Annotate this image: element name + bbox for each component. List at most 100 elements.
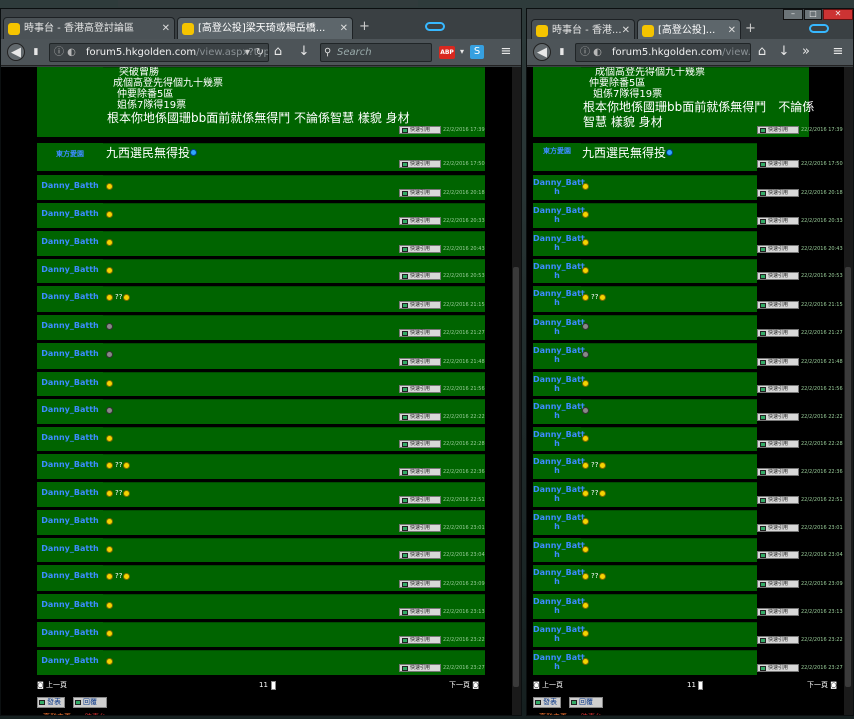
quick-quote-button[interactable]: 快速引用 xyxy=(757,301,799,309)
forum-section-link[interactable]: 時事台 xyxy=(581,712,602,715)
menu-hamburger-icon[interactable]: ≡ xyxy=(497,43,515,61)
post-new-button[interactable]: 發表 xyxy=(37,697,65,708)
author-name-link[interactable]: 東方愛園 xyxy=(56,150,84,158)
quick-quote-button[interactable]: 快速引用 xyxy=(399,468,441,476)
tab-group-icon[interactable]: ▮ xyxy=(553,43,571,61)
author-name-link[interactable]: h xyxy=(533,327,581,336)
hkgolden-home-link[interactable]: 高登主頁 xyxy=(43,712,71,715)
url-dropdown-icon[interactable]: ▾ xyxy=(245,44,250,61)
url-bar[interactable]: ⓘ ◐ forum5.hkgolden.com/view.aspx? xyxy=(575,43,751,62)
author-name-link[interactable]: Danny_Batt xyxy=(533,597,585,606)
quick-quote-button[interactable]: 快速引用 xyxy=(757,189,799,197)
quick-quote-button[interactable]: 快速引用 xyxy=(399,551,441,559)
quick-quote-button[interactable]: 快速引用 xyxy=(399,126,441,134)
quick-quote-button[interactable]: 快速引用 xyxy=(399,580,441,588)
reply-button[interactable]: 回覆 xyxy=(73,697,107,708)
author-name-link[interactable]: Danny_Batt xyxy=(533,289,585,298)
quick-quote-button[interactable]: 快速引用 xyxy=(757,524,799,532)
skype-extension-icon[interactable]: S xyxy=(470,45,484,59)
close-tab-icon[interactable]: ✕ xyxy=(340,18,348,40)
author-name-link[interactable]: h xyxy=(533,522,581,531)
quick-quote-button[interactable]: 快速引用 xyxy=(399,524,441,532)
author-name-link[interactable]: Danny_Batth xyxy=(41,405,98,414)
author-name-link[interactable]: h xyxy=(533,577,581,586)
quick-quote-button[interactable]: 快速引用 xyxy=(399,272,441,280)
author-name-link[interactable]: Danny_Batt xyxy=(533,318,585,327)
author-name-link[interactable]: h xyxy=(533,187,581,196)
author-name-link[interactable]: Danny_Batt xyxy=(533,625,585,634)
author-name-link[interactable]: h xyxy=(533,439,581,448)
author-name-link[interactable]: Danny_Batth xyxy=(41,209,98,218)
reply-button[interactable]: 回覆 xyxy=(569,697,603,708)
author-name-link[interactable]: Danny_Batth xyxy=(41,181,98,190)
author-name-link[interactable]: Danny_Batth xyxy=(41,628,98,637)
downloads-icon[interactable]: ↓ xyxy=(295,43,313,61)
author-name-link[interactable]: h xyxy=(533,271,581,280)
quick-quote-button[interactable]: 快速引用 xyxy=(399,329,441,337)
author-name-link[interactable]: h xyxy=(533,466,581,475)
quick-quote-button[interactable]: 快速引用 xyxy=(757,272,799,280)
menu-hamburger-icon[interactable]: ≡ xyxy=(829,43,847,61)
author-name-link[interactable]: h xyxy=(533,298,581,307)
quick-quote-button[interactable]: 快速引用 xyxy=(399,358,441,366)
quick-quote-button[interactable]: 快速引用 xyxy=(399,301,441,309)
scrollbar-thumb[interactable] xyxy=(845,267,851,687)
author-name-link[interactable]: Danny_Batth xyxy=(41,433,98,442)
quick-quote-button[interactable]: 快速引用 xyxy=(757,664,799,672)
author-name-link[interactable]: h xyxy=(533,355,581,364)
author-name-link[interactable]: Danny_Batth xyxy=(41,349,98,358)
home-icon[interactable]: ⌂ xyxy=(269,43,287,61)
next-page-link[interactable]: 下一頁 ◙ xyxy=(807,680,837,690)
quick-quote-button[interactable]: 快速引用 xyxy=(399,496,441,504)
new-tab-plus-icon[interactable]: + xyxy=(359,19,370,34)
author-name-link[interactable]: Danny_Batth xyxy=(41,292,98,301)
quick-quote-button[interactable]: 快速引用 xyxy=(757,358,799,366)
author-name-link[interactable]: h xyxy=(533,606,581,615)
overflow-chevron-icon[interactable]: » xyxy=(797,43,815,61)
downloads-icon[interactable]: ↓ xyxy=(775,43,793,61)
home-icon[interactable]: ⌂ xyxy=(753,43,771,61)
quick-quote-button[interactable]: 快速引用 xyxy=(757,385,799,393)
author-name-link[interactable]: Danny_Batt xyxy=(533,262,585,271)
author-name-link[interactable]: Danny_Batt xyxy=(533,457,585,466)
quick-quote-button[interactable]: 快速引用 xyxy=(757,636,799,644)
author-name-link[interactable]: Danny_Batt xyxy=(533,346,585,355)
back-arrow-icon[interactable]: ◀ xyxy=(7,43,25,61)
quick-quote-button[interactable]: 快速引用 xyxy=(757,245,799,253)
author-name-link[interactable]: Danny_Batth xyxy=(41,460,98,469)
author-name-link[interactable]: h xyxy=(533,634,581,643)
author-name-link[interactable]: Danny_Batt xyxy=(533,568,585,577)
url-bar[interactable]: ⓘ ◐ forum5.hkgolden.com/view.aspx?type ▾… xyxy=(49,43,269,62)
author-name-link[interactable]: h xyxy=(533,384,581,393)
quick-quote-button[interactable]: 快速引用 xyxy=(399,664,441,672)
quick-quote-button[interactable]: 快速引用 xyxy=(757,440,799,448)
author-name-link[interactable]: Danny_Batth xyxy=(41,600,98,609)
author-name-link[interactable]: h xyxy=(533,550,581,559)
page-select-dropdown[interactable] xyxy=(698,681,703,690)
quick-quote-button[interactable]: 快速引用 xyxy=(399,636,441,644)
author-name-link[interactable]: Danny_Batth xyxy=(41,321,98,330)
quick-quote-button[interactable]: 快速引用 xyxy=(757,551,799,559)
author-name-link[interactable]: Danny_Batt xyxy=(533,234,585,243)
scrollbar-thumb[interactable] xyxy=(513,267,519,687)
quick-quote-button[interactable]: 快速引用 xyxy=(757,126,799,134)
author-name-link[interactable]: Danny_Batt xyxy=(533,485,585,494)
author-name-link[interactable]: Danny_Batth xyxy=(41,237,98,246)
quick-quote-button[interactable]: 快速引用 xyxy=(757,160,799,168)
post-new-button[interactable]: 發表 xyxy=(533,697,561,708)
quick-quote-button[interactable]: 快速引用 xyxy=(757,608,799,616)
author-name-link[interactable]: Danny_Batth xyxy=(41,378,98,387)
quick-quote-button[interactable]: 快速引用 xyxy=(757,413,799,421)
quick-quote-button[interactable]: 快速引用 xyxy=(757,580,799,588)
quick-quote-button[interactable]: 快速引用 xyxy=(757,496,799,504)
new-tab-plus-icon[interactable]: + xyxy=(745,21,756,36)
tab-group-icon[interactable]: ▮ xyxy=(27,43,45,61)
quick-quote-button[interactable]: 快速引用 xyxy=(399,608,441,616)
quick-quote-button[interactable]: 快速引用 xyxy=(399,440,441,448)
author-name-link[interactable]: h xyxy=(533,494,581,503)
author-name-link[interactable]: h xyxy=(533,662,581,671)
author-name-link[interactable]: Danny_Batt xyxy=(533,653,585,662)
author-name-link[interactable]: Danny_Batth xyxy=(41,571,98,580)
quick-quote-button[interactable]: 快速引用 xyxy=(399,160,441,168)
author-name-link[interactable]: h xyxy=(533,411,581,420)
